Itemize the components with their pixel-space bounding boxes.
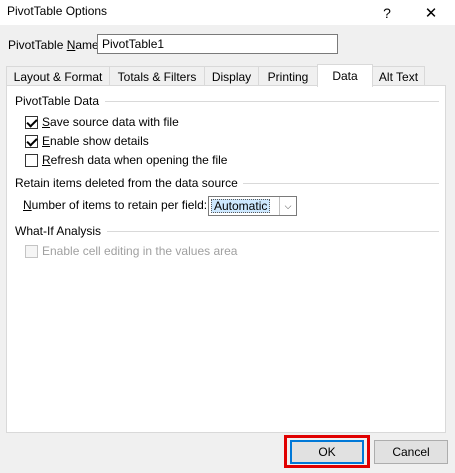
retain-items-selected-value: Automatic <box>211 199 271 213</box>
help-icon[interactable]: ? <box>370 0 404 25</box>
checkbox-disabled-icon[interactable] <box>25 244 38 258</box>
enable-show-details-label: Enable show details <box>42 134 149 148</box>
retain-items-dropdown[interactable]: Automatic ⌵ <box>208 196 297 216</box>
group-divider <box>107 231 439 232</box>
tab-data[interactable]: Data <box>317 64 373 87</box>
what-if-group-title: What-If Analysis <box>15 224 102 238</box>
pivottable-name-input[interactable]: PivotTable1 <box>97 34 338 54</box>
group-divider <box>105 101 439 102</box>
tab-printing[interactable]: Printing <box>258 66 318 86</box>
checkbox-unchecked-icon[interactable] <box>25 153 38 167</box>
pivottable-data-group-title: PivotTable Data <box>15 94 100 108</box>
data-tab-panel: PivotTable Data Save source data with fi… <box>6 85 446 433</box>
checkbox-checked-icon[interactable] <box>25 115 38 129</box>
pivottable-name-label: PivotTable Name: <box>8 38 103 52</box>
refresh-on-open-checkbox[interactable]: Refresh data when opening the file <box>25 152 227 168</box>
enable-cell-editing-label: Enable cell editing in the values area <box>42 244 238 258</box>
ok-button[interactable]: OK <box>290 440 364 464</box>
retain-items-label: Number of items to retain per field: <box>23 198 208 212</box>
window-title: PivotTable Options <box>7 4 108 18</box>
tab-strip: Layout & Format Totals & Filters Display… <box>6 64 446 87</box>
retain-items-group-title: Retain items deleted from the data sourc… <box>15 176 238 190</box>
title-bar: PivotTable Options ? ✕ <box>0 0 455 25</box>
chevron-down-icon[interactable]: ⌵ <box>279 197 296 215</box>
enable-show-details-checkbox[interactable]: Enable show details <box>25 133 149 149</box>
tab-layout-format[interactable]: Layout & Format <box>6 66 110 86</box>
group-divider <box>243 183 439 184</box>
checkbox-checked-icon[interactable] <box>25 134 38 148</box>
save-source-data-checkbox[interactable]: Save source data with file <box>25 114 179 130</box>
tab-totals-filters[interactable]: Totals & Filters <box>109 66 205 86</box>
tab-alt-text[interactable]: Alt Text <box>372 66 425 86</box>
refresh-on-open-label: Refresh data when opening the file <box>42 153 228 167</box>
cancel-button[interactable]: Cancel <box>374 440 448 464</box>
pivottable-options-dialog: PivotTable Options ? ✕ PivotTable Name: … <box>0 0 455 473</box>
enable-cell-editing-checkbox[interactable]: Enable cell editing in the values area <box>25 243 237 259</box>
tab-display[interactable]: Display <box>204 66 259 86</box>
save-source-data-label: Save source data with file <box>42 115 179 129</box>
close-icon[interactable]: ✕ <box>414 0 448 25</box>
